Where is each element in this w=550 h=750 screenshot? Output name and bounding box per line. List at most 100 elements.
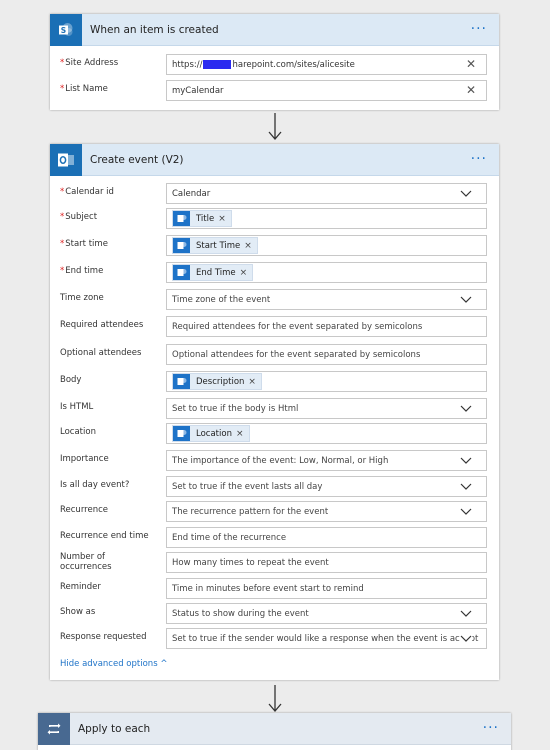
redaction-mark <box>203 60 232 69</box>
token-label: Title <box>196 213 215 224</box>
time-zone-row: Time zone Time zone of the event <box>50 289 499 311</box>
token-label: Description <box>196 376 245 387</box>
dynamic-content-token[interactable]: Title × <box>172 210 232 227</box>
trigger-card-header[interactable]: S When an item is created ··· <box>50 13 499 46</box>
importance-dropdown[interactable]: The importance of the event: Low, Normal… <box>166 450 487 471</box>
show-as-placeholder: Status to show during the event <box>172 608 309 619</box>
calendar-id-label: *Calendar id <box>60 187 114 197</box>
time-zone-placeholder: Time zone of the event <box>172 294 271 305</box>
remove-token-icon[interactable]: × <box>236 429 244 439</box>
chevron-down-icon[interactable] <box>460 482 472 492</box>
sharepoint-token-icon <box>173 238 190 253</box>
occurrences-placeholder: How many times to repeat the event <box>172 557 329 568</box>
start-time-label: *Start time <box>60 239 108 249</box>
subject-field[interactable]: Title × <box>166 208 487 229</box>
is-html-dropdown[interactable]: Set to true if the body is Html <box>166 398 487 419</box>
hide-advanced-options-link[interactable]: Hide advanced options ^ <box>60 659 167 669</box>
is-all-day-dropdown[interactable]: Set to true if the event lasts all day <box>166 476 487 497</box>
body-label: Body <box>60 375 82 385</box>
start-time-field[interactable]: Start Time × <box>166 235 487 256</box>
location-row: Location Location × <box>50 423 499 445</box>
site-address-row: *Site Address https:// harepoint.com/site… <box>50 54 499 76</box>
more-options-icon[interactable]: ··· <box>471 22 487 36</box>
remove-token-icon[interactable]: × <box>218 214 226 224</box>
optional-attendees-field[interactable]: Optional attendees for the event separat… <box>166 344 487 365</box>
response-requested-placeholder: Set to true if the sender would like a r… <box>172 633 479 644</box>
show-as-dropdown[interactable]: Status to show during the event <box>166 603 487 624</box>
required-attendees-field[interactable]: Required attendees for the event separat… <box>166 316 487 337</box>
more-options-icon[interactable]: ··· <box>471 152 487 166</box>
occurrences-row: Number of occurrences How many times to r… <box>50 552 499 574</box>
trigger-title: When an item is created <box>90 23 219 36</box>
response-requested-label: Response requested <box>60 632 147 642</box>
site-address-field[interactable]: https:// harepoint.com/sites/alicesite ✕ <box>166 54 487 75</box>
site-address-label: *Site Address <box>60 58 119 68</box>
dynamic-content-token[interactable]: Start Time × <box>172 237 258 254</box>
apply-to-each-card: Apply to each ··· <box>38 712 511 750</box>
is-html-row: Is HTML Set to true if the body is Html <box>50 398 499 420</box>
end-time-label: *End time <box>60 266 104 276</box>
more-options-icon[interactable]: ··· <box>483 721 499 735</box>
show-as-row: Show as Status to show during the event <box>50 603 499 625</box>
body-field[interactable]: Description × <box>166 371 487 392</box>
required-attendees-row: Required attendees Required attendees fo… <box>50 316 499 338</box>
location-field[interactable]: Location × <box>166 423 487 444</box>
remove-token-icon[interactable]: × <box>248 377 256 387</box>
remove-token-icon[interactable]: × <box>244 241 252 251</box>
clear-icon[interactable]: ✕ <box>466 84 476 97</box>
reminder-field[interactable]: Time in minutes before event start to re… <box>166 578 487 599</box>
importance-label: Importance <box>60 454 109 464</box>
time-zone-dropdown[interactable]: Time zone of the event <box>166 289 487 310</box>
reminder-row: Reminder Time in minutes before event st… <box>50 578 499 600</box>
reminder-placeholder: Time in minutes before event start to re… <box>172 583 364 594</box>
calendar-id-value: Calendar <box>172 188 211 199</box>
reminder-label: Reminder <box>60 582 101 592</box>
end-time-field[interactable]: End Time × <box>166 262 487 283</box>
token-label: Start Time <box>196 240 241 251</box>
optional-attendees-row: Optional attendees Optional attendees fo… <box>50 344 499 366</box>
dynamic-content-token[interactable]: End Time × <box>172 264 254 281</box>
is-all-day-placeholder: Set to true if the event lasts all day <box>172 481 323 492</box>
occurrences-field[interactable]: How many times to repeat the event <box>166 552 487 573</box>
chevron-down-icon[interactable] <box>460 507 472 517</box>
recurrence-end-placeholder: End time of the recurrence <box>172 532 287 543</box>
recurrence-end-field[interactable]: End time of the recurrence <box>166 527 487 548</box>
calendar-id-dropdown[interactable]: Calendar <box>166 183 487 204</box>
remove-token-icon[interactable]: × <box>240 268 248 278</box>
is-all-day-row: Is all day event? Set to true if the eve… <box>50 476 499 498</box>
site-address-suffix: harepoint.com/sites/alicesite <box>232 59 355 70</box>
connector-arrow-icon <box>268 685 282 712</box>
importance-row: Importance The importance of the event: … <box>50 450 499 472</box>
calendar-id-row: *Calendar id Calendar <box>50 183 499 205</box>
sharepoint-token-icon <box>173 374 190 389</box>
chevron-down-icon[interactable] <box>460 456 472 466</box>
chevron-down-icon[interactable] <box>460 189 472 199</box>
recurrence-dropdown[interactable]: The recurrence pattern for the event <box>166 501 487 522</box>
dynamic-content-token[interactable]: Location × <box>172 425 250 442</box>
clear-icon[interactable]: ✕ <box>466 58 476 71</box>
required-attendees-label: Required attendees <box>60 320 144 330</box>
optional-attendees-label: Optional attendees <box>60 348 142 358</box>
start-time-row: *Start time Start Time × <box>50 235 499 257</box>
is-all-day-label: Is all day event? <box>60 480 130 490</box>
list-name-label: *List Name <box>60 84 108 94</box>
apply-to-each-header[interactable]: Apply to each ··· <box>38 712 511 745</box>
dynamic-content-token[interactable]: Description × <box>172 373 262 390</box>
response-requested-dropdown[interactable]: Set to true if the sender would like a r… <box>166 628 487 649</box>
body-row: Body Description × <box>50 371 499 393</box>
chevron-down-icon[interactable] <box>460 404 472 414</box>
chevron-down-icon[interactable] <box>460 634 472 644</box>
optional-attendees-placeholder: Optional attendees for the event separat… <box>172 349 421 360</box>
create-event-header[interactable]: Create event (V2) ··· <box>50 143 499 176</box>
outlook-icon <box>50 143 82 176</box>
sharepoint-token-icon <box>173 265 190 280</box>
create-event-title: Create event (V2) <box>90 153 184 166</box>
response-requested-row: Response requested Set to true if the se… <box>50 628 499 650</box>
show-as-label: Show as <box>60 607 96 617</box>
chevron-down-icon[interactable] <box>460 609 472 619</box>
list-name-field[interactable]: myCalendar ✕ <box>166 80 487 101</box>
is-html-label: Is HTML <box>60 402 94 412</box>
create-event-card: Create event (V2) ··· *Calendar id Calen… <box>50 143 499 680</box>
site-address-prefix: https:// <box>172 59 203 70</box>
chevron-down-icon[interactable] <box>460 295 472 305</box>
